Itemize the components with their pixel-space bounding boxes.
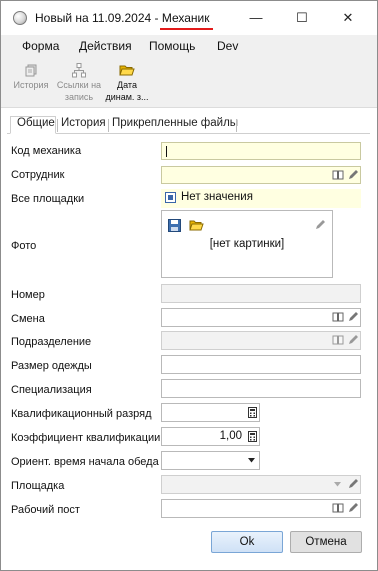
open-folder-icon[interactable] bbox=[189, 219, 204, 232]
minimize-button[interactable]: — bbox=[233, 1, 279, 34]
tab-history[interactable]: История bbox=[61, 117, 106, 133]
title-entity: Механик bbox=[161, 11, 210, 25]
save-icon[interactable] bbox=[168, 219, 181, 232]
qualification-coef-input[interactable]: 1,00 bbox=[161, 427, 260, 446]
number-input bbox=[161, 284, 361, 303]
menu-actions[interactable]: Действия bbox=[79, 39, 132, 53]
tab-strip-line bbox=[7, 133, 370, 134]
specialization-label: Специализация bbox=[11, 384, 92, 396]
menu-dev[interactable]: Dev bbox=[217, 39, 238, 53]
app-icon bbox=[13, 11, 27, 25]
shift-label: Смена bbox=[11, 313, 45, 325]
photo-box[interactable]: [нет картинки] bbox=[161, 210, 333, 278]
pencil-icon bbox=[349, 335, 358, 344]
title-bar: Новый на 11.09.2024 - Механик — ☐ ✕ bbox=[1, 1, 377, 34]
number-label: Номер bbox=[11, 289, 45, 301]
employee-input[interactable] bbox=[161, 166, 361, 184]
checkbox-indeterminate-mark bbox=[168, 195, 173, 200]
record-links-tool-button[interactable]: Ссылки на запись bbox=[56, 62, 102, 102]
date-tool-label-2: динам. з... bbox=[105, 92, 149, 102]
maximize-button[interactable]: ☐ bbox=[279, 1, 325, 34]
lunch-start-label: Ориент. время начала обеда bbox=[11, 456, 159, 468]
chevron-down-icon[interactable] bbox=[248, 458, 255, 463]
links-tree-icon bbox=[72, 63, 86, 78]
pencil-icon[interactable] bbox=[347, 311, 359, 323]
folder-open-icon bbox=[119, 65, 135, 76]
tab-separator bbox=[108, 119, 109, 132]
window-title: Новый на 11.09.2024 - Механик bbox=[35, 11, 210, 25]
all-sites-checkbox[interactable]: Нет значения bbox=[161, 189, 361, 208]
book-icon bbox=[332, 335, 344, 345]
qualification-grade-input[interactable] bbox=[161, 403, 260, 422]
shift-input[interactable] bbox=[161, 308, 361, 327]
dynamic-date-tool-button[interactable]: Дата динам. з... bbox=[104, 62, 150, 102]
menu-form[interactable]: Форма bbox=[22, 39, 59, 53]
title-prefix: Новый на 11.09.2024 - bbox=[35, 11, 162, 25]
menu-help[interactable]: Помощь bbox=[149, 39, 195, 53]
history-tool-label: История bbox=[13, 80, 49, 90]
department-input bbox=[161, 331, 361, 350]
site-label: Площадка bbox=[11, 480, 65, 492]
mechanic-code-input[interactable] bbox=[161, 142, 361, 160]
lunch-start-select[interactable] bbox=[161, 451, 260, 470]
chevron-down-icon bbox=[334, 482, 341, 487]
specialization-input[interactable] bbox=[161, 379, 361, 398]
tab-general[interactable]: Общие bbox=[17, 117, 55, 133]
qualification-coef-value: 1,00 bbox=[219, 430, 242, 442]
checkbox-box[interactable] bbox=[165, 192, 176, 203]
pencil-icon bbox=[349, 479, 358, 488]
department-label: Подразделение bbox=[11, 336, 92, 348]
work-post-label: Рабочий пост bbox=[11, 504, 80, 516]
tab-separator bbox=[236, 119, 237, 132]
links-tool-label-2: запись bbox=[64, 92, 94, 102]
pencil-icon[interactable] bbox=[314, 219, 326, 231]
all-sites-label: Все площадки bbox=[11, 193, 85, 205]
tab-attached-files[interactable]: Прикрепленные файлы bbox=[112, 117, 238, 133]
date-tool-label-1: Дата bbox=[117, 80, 137, 90]
tab-separator bbox=[57, 119, 58, 132]
mechanic-code-label: Код механика bbox=[11, 145, 82, 157]
calculator-icon[interactable] bbox=[248, 431, 257, 442]
calculator-icon[interactable] bbox=[248, 407, 257, 418]
all-sites-value: Нет значения bbox=[181, 191, 253, 203]
qualification-coef-label: Коэффициент квалификации bbox=[11, 432, 161, 444]
clothing-size-input[interactable] bbox=[161, 355, 361, 374]
work-post-input[interactable] bbox=[161, 499, 361, 518]
close-button[interactable]: ✕ bbox=[325, 1, 371, 34]
ok-button[interactable]: Ok bbox=[211, 531, 283, 553]
pencil-icon[interactable] bbox=[347, 169, 359, 181]
book-icon[interactable] bbox=[332, 502, 344, 514]
book-icon[interactable] bbox=[332, 169, 344, 181]
pencil-icon[interactable] bbox=[347, 502, 359, 514]
employee-label: Сотрудник bbox=[11, 169, 65, 181]
clothing-size-label: Размер одежды bbox=[11, 360, 92, 372]
photo-empty-text: [нет картинки] bbox=[209, 238, 285, 250]
title-entity-underline bbox=[160, 28, 213, 30]
history-tool-button[interactable]: История bbox=[9, 62, 53, 102]
qualification-grade-label: Квалификационный разряд bbox=[11, 408, 152, 420]
photo-label: Фото bbox=[11, 240, 37, 252]
book-icon[interactable] bbox=[332, 311, 344, 323]
site-select bbox=[161, 475, 361, 494]
history-icon bbox=[25, 64, 37, 77]
links-tool-label-1: Ссылки на bbox=[56, 80, 102, 90]
cancel-button[interactable]: Отмена bbox=[290, 531, 362, 553]
text-cursor bbox=[166, 146, 167, 157]
